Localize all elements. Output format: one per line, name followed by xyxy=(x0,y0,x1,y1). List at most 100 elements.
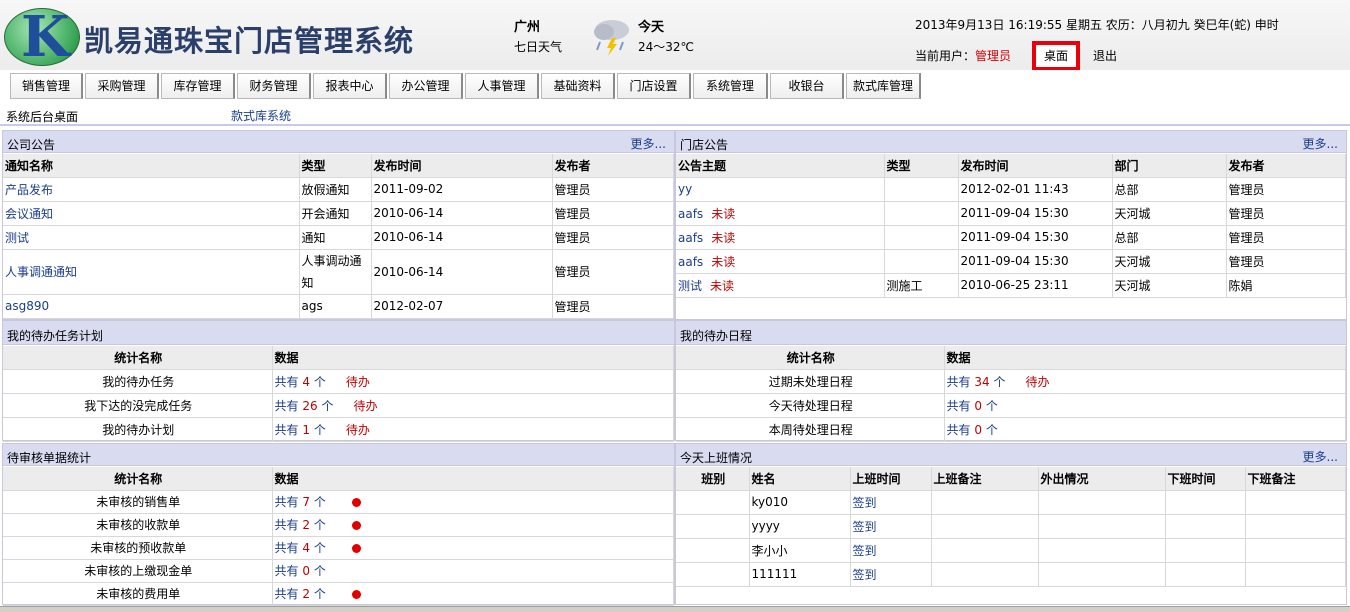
stat-name: 未审核的收款单 xyxy=(96,518,181,532)
employee-name: 李小小 xyxy=(751,543,788,558)
notice-title-link[interactable]: 会议通知 xyxy=(5,207,53,221)
count-value: 1 xyxy=(302,422,310,437)
table-row: 111111 签到 xyxy=(676,562,1346,587)
cell-text: 总部 xyxy=(1114,230,1139,245)
count-link[interactable]: 共有 0 个 xyxy=(275,564,326,578)
checkin-link[interactable]: 签到 xyxy=(853,568,877,582)
table-cell: asg890 xyxy=(3,294,300,319)
notice-title-link[interactable]: yy xyxy=(678,182,692,196)
nav-item[interactable]: 财务管理 xyxy=(237,73,311,99)
notice-title-link[interactable]: asg890 xyxy=(5,299,49,313)
table-cell xyxy=(931,514,1039,539)
table-cell xyxy=(1038,538,1166,563)
horizontal-scrollbar[interactable] xyxy=(0,606,1350,612)
table-cell xyxy=(1165,538,1246,563)
alert-dot-icon xyxy=(351,498,361,507)
cell-text: 天河城 xyxy=(1114,254,1151,269)
nav-item[interactable]: 款式库管理 xyxy=(846,73,921,99)
table-cell: 管理员 xyxy=(552,225,674,250)
table-cell: 共有 0 个 xyxy=(944,393,1346,418)
stat-name: 我的待办计划 xyxy=(102,422,175,437)
notice-title-link[interactable]: aafs xyxy=(678,207,703,221)
column-header: 数据 xyxy=(272,346,674,370)
table-cell: 2012-02-01 11:43 xyxy=(958,177,1113,202)
notice-title-link[interactable]: 测试 xyxy=(678,279,702,293)
count-prefix: 共有 xyxy=(274,518,299,532)
cell-text: 放假通知 xyxy=(301,182,350,197)
nav-item[interactable]: 人事管理 xyxy=(465,73,539,99)
count-link[interactable]: 共有 7 个 xyxy=(275,495,326,509)
notice-title-link[interactable]: aafs xyxy=(678,255,703,269)
count-value: 2 xyxy=(302,587,310,601)
nav-item[interactable]: 办公管理 xyxy=(389,73,463,99)
count-link[interactable]: 共有 2 个 xyxy=(275,587,326,601)
main-nav: 销售管理 采购管理 库存管理 财务管理 报表中心 办公管理 人事管理 基础资料 门店设置 系统管理… xyxy=(0,70,1350,102)
nav-item[interactable]: 系统管理 xyxy=(693,73,768,99)
tasks-table: 统计名称 数据 我的待办任务 共有 4 个待办 我下达的没完成任务 共有 26 个待办 我的… xyxy=(3,346,674,442)
table-row: 未审核的上缴现金单 共有 0 个 xyxy=(3,559,674,583)
nav-item[interactable]: 报表中心 xyxy=(313,73,387,99)
count-link[interactable]: 共有 0 个 xyxy=(947,399,998,413)
nav-item[interactable]: 库存管理 xyxy=(161,73,235,99)
table-cell: 人事调动通知 xyxy=(299,249,372,295)
header-bar: K 凯易通珠宝门店管理系统 广州 七日天气 今天 24～32℃ 2013年9月1… xyxy=(0,0,1350,71)
checkin-link[interactable]: 签到 xyxy=(853,496,877,510)
cell-text: 总部 xyxy=(1114,182,1139,197)
table-cell: 签到 xyxy=(850,538,932,563)
pending-badge: 待办 xyxy=(345,422,370,437)
breadcrumb-current: 系统后台桌面 xyxy=(6,110,79,124)
more-link[interactable]: 更多... xyxy=(1303,448,1338,465)
table-cell: aafs 未读 xyxy=(676,201,885,226)
panel-title: 我的待办任务计划 xyxy=(7,329,104,343)
count-unit: 个 xyxy=(321,398,334,413)
count-prefix: 共有 xyxy=(946,422,971,437)
table-cell: aafs 未读 xyxy=(676,225,885,250)
nav-item[interactable]: 门店设置 xyxy=(617,73,691,99)
table-cell: yy xyxy=(676,177,885,202)
table-header-row: 公告主题 类型 发布时间 部门 发布者 xyxy=(676,154,1346,178)
table-cell: 2011-09-04 15:30 xyxy=(958,225,1113,250)
count-link[interactable]: 共有 34 个 xyxy=(947,375,1006,389)
count-link[interactable]: 共有 26 个 xyxy=(275,399,334,413)
count-link[interactable]: 共有 0 个 xyxy=(947,423,998,437)
notice-title-link[interactable]: 人事调通通知 xyxy=(5,265,77,279)
stat-name: 今天待处理日程 xyxy=(768,398,853,413)
count-link[interactable]: 共有 2 个 xyxy=(275,518,326,532)
table-row: yyyy 签到 xyxy=(676,514,1346,539)
alert-dot-icon xyxy=(351,590,361,599)
table-row: 人事调通通知 人事调动通知 2010-06-14 管理员 xyxy=(3,249,674,295)
table-row: yy 2012-02-01 11:43 总部 管理员 xyxy=(676,177,1346,202)
style-library-link[interactable]: 款式库系统 xyxy=(231,107,291,124)
unread-badge: 未读 xyxy=(711,254,736,269)
count-link[interactable]: 共有 4 个 xyxy=(275,541,326,555)
desktop-button[interactable]: 桌面 xyxy=(1032,41,1080,71)
column-header: 发布时间 xyxy=(958,154,1113,178)
notice-title-link[interactable]: aafs xyxy=(678,231,703,245)
checkin-link[interactable]: 签到 xyxy=(853,520,877,534)
nav-item[interactable]: 销售管理 xyxy=(10,73,83,99)
count-unit: 个 xyxy=(313,495,326,509)
table-cell: 签到 xyxy=(850,562,932,587)
table-header-row: 通知名称 类型 发布时间 发布者 xyxy=(3,154,674,178)
notice-title-link[interactable]: 产品发布 xyxy=(5,183,53,197)
notice-title-link[interactable]: 测试 xyxy=(5,231,29,245)
panel-header: 待审核单据统计 xyxy=(3,444,674,466)
more-link[interactable]: 更多... xyxy=(1303,135,1338,152)
table-cell: 共有 0 个 xyxy=(272,559,674,583)
count-prefix: 共有 xyxy=(274,422,299,437)
cell-text: 测施工 xyxy=(886,278,923,293)
table-cell: 天河城 xyxy=(1112,249,1227,274)
stat-name: 我下达的没完成任务 xyxy=(84,398,193,413)
nav-item[interactable]: 收银台 xyxy=(770,73,844,99)
nav-item[interactable]: 基础资料 xyxy=(541,73,615,99)
weather-forecast-link[interactable]: 七日天气 xyxy=(514,38,562,55)
cell-text: 2010-06-14 xyxy=(373,264,444,279)
nav-item[interactable]: 采购管理 xyxy=(85,73,159,99)
count-link[interactable]: 共有 4 个 xyxy=(275,375,326,389)
count-unit: 个 xyxy=(985,398,998,413)
logout-link[interactable]: 退出 xyxy=(1093,47,1117,64)
more-link[interactable]: 更多... xyxy=(631,135,666,152)
count-link[interactable]: 共有 1 个 xyxy=(275,423,326,437)
checkin-link[interactable]: 签到 xyxy=(853,544,877,558)
column-header: 类型 xyxy=(299,154,372,178)
